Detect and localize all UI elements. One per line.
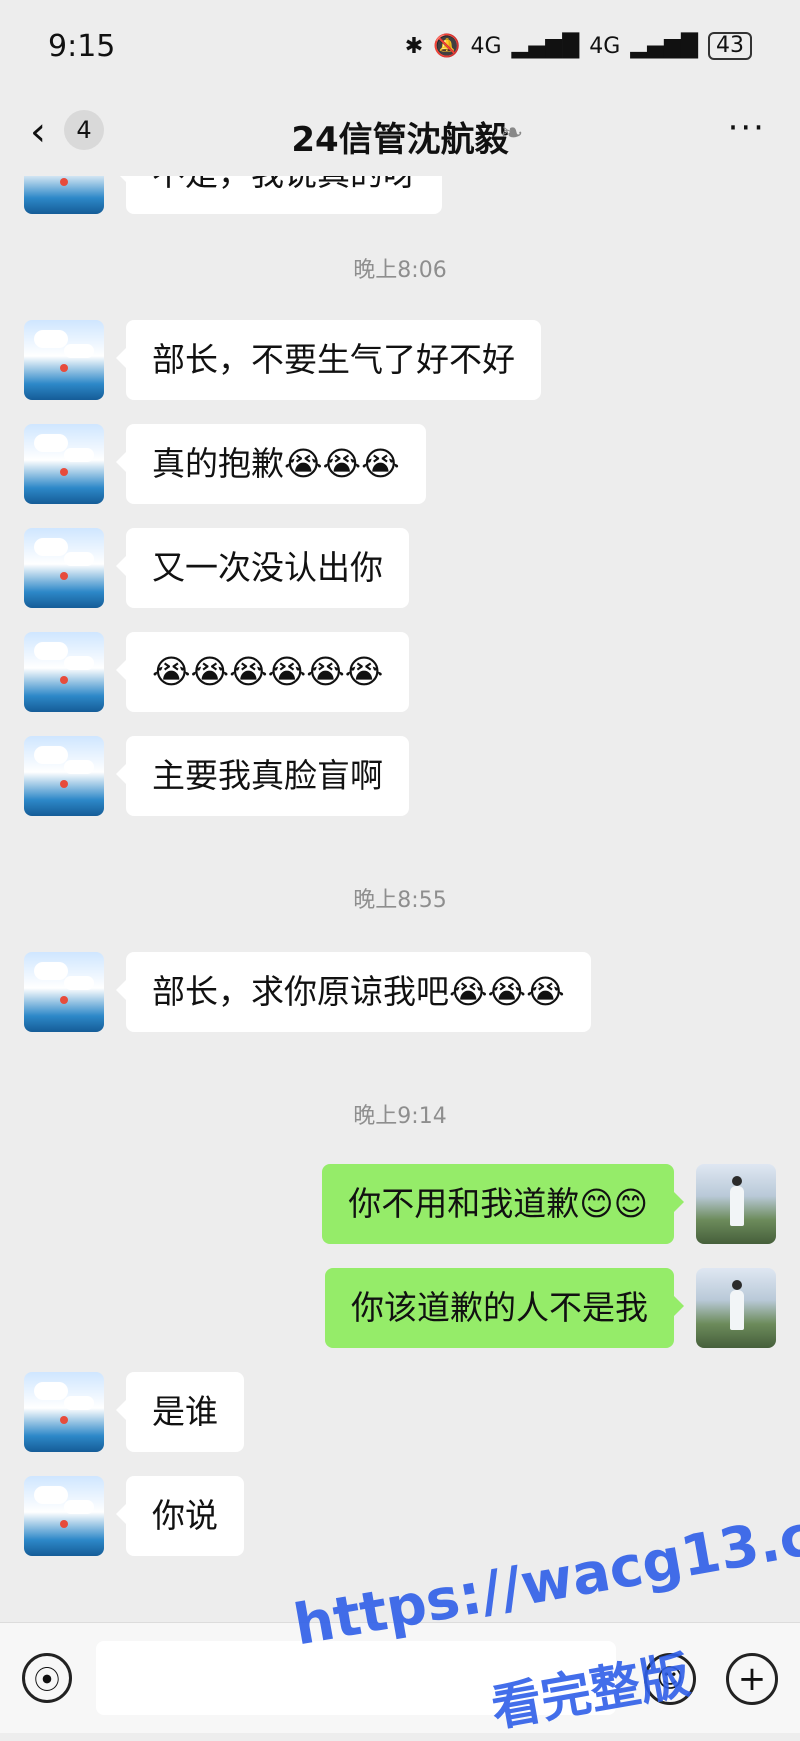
message-bubble[interactable]: 你说 (116, 1476, 244, 1556)
my-message-bubble[interactable]: 你该道歉的人不是我 (325, 1268, 684, 1348)
signal-bars-1-icon: ▂▄▆█ (511, 33, 580, 59)
voice-input-icon[interactable]: ⦿ (22, 1653, 72, 1703)
emoji-icon[interactable]: ☺ (644, 1653, 696, 1705)
contact-avatar[interactable] (24, 528, 104, 608)
message-bubble-partial[interactable]: 不是，我说真的呀 (116, 176, 442, 214)
message-input[interactable] (96, 1641, 616, 1715)
status-icons: ✱ 🔕 4G ▂▄▆█ 4G ▂▄▆█ 43 (405, 32, 752, 60)
my-avatar[interactable] (696, 1268, 776, 1348)
status-time: 9:15 (48, 28, 116, 64)
chat-title: 24信管沈航毅 (291, 120, 509, 160)
timestamp: 晚上9:14 (353, 1104, 447, 1129)
message-bubble[interactable]: 是谁 (116, 1372, 244, 1452)
contact-avatar[interactable] (24, 736, 104, 816)
message-bubble[interactable]: 又一次没认出你 (116, 528, 409, 608)
contact-avatar[interactable] (24, 1372, 104, 1452)
message-bubble[interactable]: 主要我真脸盲啊 (116, 736, 409, 816)
message-bubble[interactable]: 部长，求你原谅我吧😭😭😭 (116, 952, 591, 1032)
bluetooth-icon: ✱ (404, 33, 424, 59)
input-bar: ⦿ ☺ + (0, 1622, 800, 1733)
signal-bars-2-icon: ▂▄▆█ (630, 33, 698, 59)
message-bubble[interactable]: 😭😭😭😭😭😭 (115, 632, 410, 712)
my-avatar[interactable] (696, 1164, 776, 1244)
chat-header: ‹ 4 24信管沈航毅 ❧ ··· (0, 92, 800, 176)
battery-indicator: 43 (708, 32, 752, 60)
message-bubble[interactable]: 真的抱歉😭😭😭 (116, 424, 426, 504)
status-bar: 9:15 ✱ 🔕 4G ▂▄▆█ 4G ▂▄▆█ 43 (0, 0, 800, 92)
message-bubble[interactable]: 部长，不要生气了好不好 (116, 320, 541, 400)
contact-avatar[interactable] (24, 632, 104, 712)
timestamp: 晚上8:06 (353, 258, 447, 283)
contact-avatar[interactable] (24, 176, 104, 214)
more-options-icon[interactable]: ··· (728, 108, 766, 148)
contact-avatar[interactable] (24, 1476, 104, 1556)
signal-4g-1-icon: 4G (470, 33, 502, 59)
plus-icon[interactable]: + (726, 1653, 778, 1705)
contact-avatar[interactable] (24, 320, 104, 400)
signal-4g-2-icon: 4G (589, 33, 621, 59)
my-message-bubble[interactable]: 你不用和我道歉😊😊 (322, 1164, 684, 1244)
mute-bell-icon: 🔕 (433, 33, 461, 59)
contact-avatar[interactable] (24, 952, 104, 1032)
timestamp: 晚上8:55 (353, 888, 447, 913)
chat-messages[interactable]: 不是，我说真的呀 晚上8:06 部长，不要生气了好不好 真的抱歉😭😭😭 又一次没… (0, 176, 800, 1622)
contact-avatar[interactable] (24, 424, 104, 504)
earpiece-mode-icon: ❧ (500, 116, 524, 149)
